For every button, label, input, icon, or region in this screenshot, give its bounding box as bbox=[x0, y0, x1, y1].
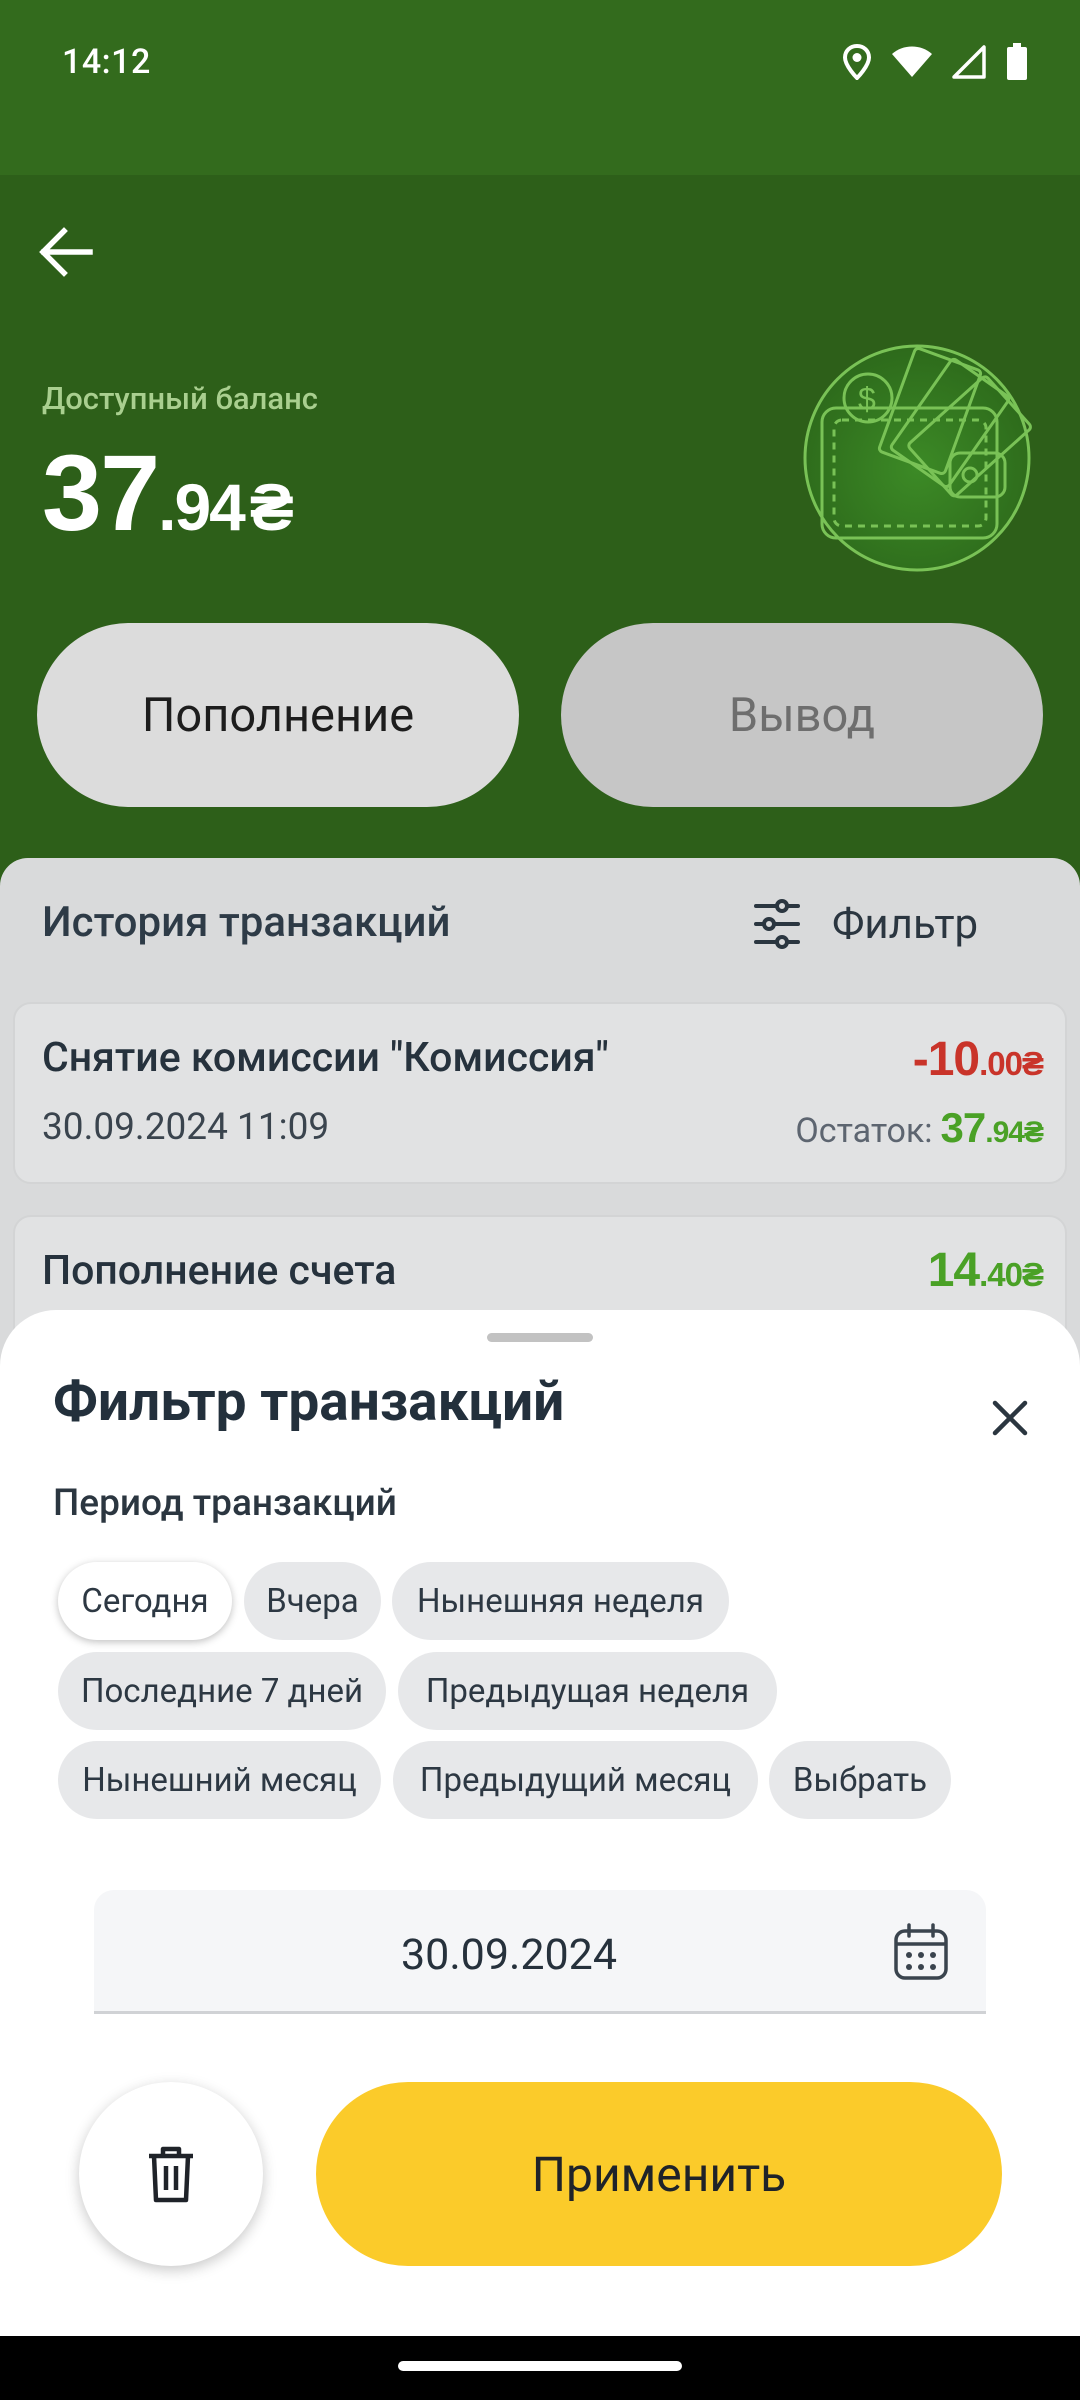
transaction-name: Пополнение счета bbox=[42, 1247, 397, 1295]
battery-icon bbox=[1007, 43, 1027, 80]
transaction-amount: 14.40₴ bbox=[927, 1243, 1044, 1298]
status-time: 14:12 bbox=[62, 42, 151, 82]
back-button[interactable] bbox=[34, 220, 98, 284]
trash-icon bbox=[149, 2146, 193, 2203]
chip-yesterday[interactable]: Вчера bbox=[244, 1562, 381, 1640]
chip-last-7-days[interactable]: Последние 7 дней bbox=[58, 1652, 386, 1730]
amount-currency: ₴ bbox=[1021, 1256, 1044, 1293]
filter-button[interactable]: Фильтр bbox=[752, 890, 978, 958]
amount-decimal: .40 bbox=[979, 1256, 1023, 1293]
sheet-drag-handle[interactable] bbox=[487, 1333, 593, 1342]
close-button[interactable] bbox=[982, 1390, 1038, 1446]
transaction-rest: Остаток: 37.94₴ bbox=[795, 1104, 1044, 1152]
amount-integer: 14 bbox=[927, 1244, 980, 1297]
clear-filter-button[interactable] bbox=[79, 2082, 263, 2266]
chip-custom[interactable]: Выбрать bbox=[769, 1741, 951, 1819]
home-gesture-handle[interactable] bbox=[398, 2361, 682, 2371]
amount-decimal: .00 bbox=[979, 1045, 1023, 1082]
rest-label: Остаток: bbox=[795, 1111, 933, 1151]
balance-value: 37.94₴ bbox=[42, 430, 294, 555]
balance-integer: 37 bbox=[42, 432, 160, 553]
transaction-date: 30.09.2024 11:09 bbox=[42, 1106, 330, 1149]
transactions-title: История транзакций bbox=[42, 898, 451, 947]
location-icon bbox=[842, 44, 872, 80]
status-icons bbox=[842, 42, 1028, 82]
period-label: Период транзакций bbox=[53, 1482, 397, 1525]
rest-decimal: .94 bbox=[985, 1116, 1025, 1149]
chip-previous-week[interactable]: Предыдущая неделя bbox=[398, 1652, 777, 1730]
rest-currency: ₴ bbox=[1023, 1116, 1044, 1149]
filter-sliders-icon bbox=[754, 899, 800, 949]
rest-integer: 37 bbox=[940, 1104, 987, 1151]
transaction-name: Снятие комиссии "Комиссия" bbox=[42, 1034, 609, 1082]
date-input[interactable]: 30.09.2024 bbox=[94, 1890, 986, 2014]
chip-this-month[interactable]: Нынешний месяц bbox=[58, 1741, 381, 1819]
withdraw-button[interactable]: Вывод bbox=[561, 623, 1043, 807]
sheet-title: Фильтр транзакций bbox=[53, 1370, 565, 1434]
rest-value: 37.94₴ bbox=[940, 1104, 1044, 1152]
wallet-money-icon: $ bbox=[800, 338, 1035, 578]
balance-label: Доступный баланс bbox=[42, 380, 318, 417]
svg-text:$: $ bbox=[858, 381, 876, 417]
topup-button[interactable]: Пополнение bbox=[37, 623, 519, 807]
filter-label: Фильтр bbox=[832, 899, 979, 949]
apply-button[interactable]: Применить bbox=[316, 2082, 1002, 2266]
date-value: 30.09.2024 bbox=[400, 1930, 617, 1980]
balance-currency: ₴ bbox=[249, 470, 294, 544]
calendar-icon[interactable] bbox=[892, 1922, 950, 1982]
status-bar: 14:12 bbox=[0, 0, 1080, 175]
transaction-item[interactable]: Снятие комиссии "Комиссия" 30.09.2024 11… bbox=[13, 1002, 1067, 1184]
balance-decimal: .94 bbox=[158, 470, 246, 544]
amount-integer: -10 bbox=[912, 1033, 980, 1086]
signal-icon bbox=[952, 45, 986, 79]
chip-today[interactable]: Сегодня bbox=[58, 1562, 232, 1640]
close-icon bbox=[992, 1400, 1028, 1436]
chip-previous-month[interactable]: Предыдущий месяц bbox=[393, 1741, 758, 1819]
arrow-left-icon bbox=[39, 227, 93, 277]
amount-currency: ₴ bbox=[1021, 1045, 1044, 1082]
wifi-icon bbox=[892, 46, 932, 77]
chip-this-week[interactable]: Нынешняя неделя bbox=[392, 1562, 729, 1640]
transaction-amount: -10.00₴ bbox=[912, 1032, 1044, 1087]
